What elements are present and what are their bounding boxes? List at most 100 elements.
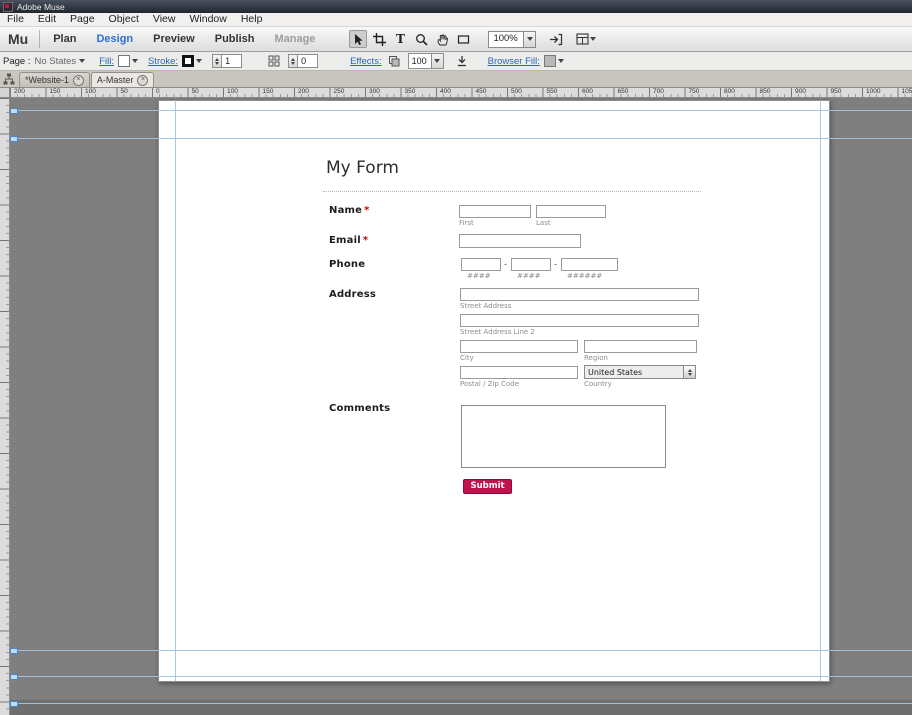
ruler-number: 850: [759, 88, 771, 95]
tab-label: A-Master: [96, 75, 134, 85]
close-icon[interactable]: ×: [72, 74, 84, 86]
phone-area-field[interactable]: [461, 258, 501, 271]
stroke-swatch[interactable]: [182, 55, 195, 67]
street-address-hint: Street Address: [460, 302, 512, 310]
phone-hint-1: ####: [467, 272, 491, 280]
left-margin-guide[interactable]: [175, 100, 176, 681]
layout-options-button[interactable]: [576, 30, 597, 48]
document-tab-bar: *Website-1 × A-Master ×: [0, 71, 912, 88]
stroke-width-stepper[interactable]: 1: [212, 54, 243, 68]
app-icon: [3, 1, 13, 12]
postal-code-field[interactable]: [460, 366, 578, 379]
anchor-button[interactable]: [454, 54, 470, 69]
horizontal-ruler: 200 150 100 50 0 50 100 150 200 250 300 350 400 450 50…: [10, 88, 912, 98]
email-field[interactable]: [459, 234, 581, 248]
browser-fill-link[interactable]: Browser Fill:: [488, 56, 540, 67]
zoom-control[interactable]: 100%: [488, 30, 537, 48]
stepper-arrows-icon[interactable]: [212, 54, 222, 68]
mode-nav-item[interactable]: Plan: [43, 27, 86, 51]
zoom-value: 100%: [493, 32, 518, 44]
phone-separator: -: [554, 259, 557, 269]
menu-item[interactable]: View: [146, 13, 183, 26]
phone-prefix-field[interactable]: [511, 258, 551, 271]
browser-fill-swatch[interactable]: [543, 55, 556, 67]
stroke-link[interactable]: Stroke:: [148, 56, 178, 67]
required-asterisk: *: [362, 235, 369, 246]
street-address-field[interactable]: [460, 288, 699, 301]
corner-options-button[interactable]: [266, 54, 282, 69]
rectangle-icon: [457, 33, 470, 46]
selection-tool-button[interactable]: [349, 30, 368, 48]
country-select[interactable]: United States: [584, 365, 696, 379]
fill-swatch[interactable]: [117, 55, 130, 67]
menu-item[interactable]: Window: [182, 13, 233, 26]
effects-link[interactable]: Effects:: [350, 56, 382, 67]
corner-radius-stepper[interactable]: 0: [288, 54, 319, 68]
stroke-color-control[interactable]: [182, 55, 203, 67]
mode-nav-item[interactable]: Design: [86, 27, 143, 51]
menu-item[interactable]: Edit: [31, 13, 63, 26]
region-field[interactable]: [584, 340, 697, 353]
footer-guide[interactable]: [10, 650, 912, 651]
close-icon[interactable]: ×: [137, 74, 149, 86]
menu-item[interactable]: Object: [102, 13, 146, 26]
menu-item[interactable]: Page: [63, 13, 102, 26]
mode-nav-item[interactable]: Publish: [205, 27, 265, 51]
ruler-number: 300: [369, 88, 380, 95]
country-value: United States: [588, 367, 643, 377]
mode-nav-item[interactable]: Preview: [143, 27, 205, 51]
guide-handle[interactable]: [10, 108, 18, 114]
ruler-number: 750: [688, 88, 700, 95]
effects-options-button[interactable]: [386, 54, 402, 69]
first-name-field[interactable]: [459, 205, 531, 218]
guide-handle[interactable]: [10, 674, 18, 680]
ruler-number: 200: [298, 88, 309, 95]
fill-link[interactable]: Fill:: [99, 56, 114, 67]
email-label: Email *: [329, 235, 369, 246]
fill-color-control[interactable]: [117, 55, 138, 67]
page-state-dropdown[interactable]: No States: [34, 56, 86, 67]
chevron-down-icon: [557, 59, 564, 63]
comments-textarea[interactable]: [461, 405, 666, 468]
rectangle-tool-button[interactable]: [454, 30, 472, 48]
ruler-number: 100: [227, 88, 238, 95]
address-label: Address: [329, 289, 377, 300]
document-tab[interactable]: *Website-1 ×: [19, 72, 90, 87]
country-hint: Country: [584, 380, 612, 388]
street-address2-hint: Street Address Line 2: [460, 328, 535, 336]
bottom-of-browser-guide[interactable]: [10, 703, 912, 704]
text-tool-button[interactable]: T: [391, 30, 409, 48]
zoom-dropdown-button[interactable]: [523, 31, 536, 47]
guide-handle[interactable]: [10, 136, 18, 142]
browser-fill-control[interactable]: [543, 55, 564, 67]
guide-handle[interactable]: [10, 648, 18, 654]
top-of-page-guide[interactable]: [10, 110, 912, 111]
page-canvas[interactable]: My Form Name * First Last Email * Phone - …: [158, 100, 830, 682]
ruler-number: 950: [830, 88, 842, 95]
phone-separator: -: [504, 259, 507, 269]
import-button[interactable]: [546, 30, 566, 48]
header-guide[interactable]: [10, 138, 912, 139]
zoom-tool-button[interactable]: [412, 30, 430, 48]
opacity-dropdown-button[interactable]: [430, 54, 443, 68]
mode-nav-item[interactable]: Manage: [264, 27, 325, 51]
bottom-of-page-guide[interactable]: [10, 676, 912, 677]
city-field[interactable]: [460, 340, 578, 353]
design-canvas[interactable]: My Form Name * First Last Email * Phone - …: [10, 98, 912, 715]
stepper-arrows-icon[interactable]: [288, 54, 298, 68]
select-stepper-icon[interactable]: [683, 366, 695, 378]
hand-tool-button[interactable]: [433, 30, 451, 48]
street-address2-field[interactable]: [460, 314, 699, 327]
right-margin-guide[interactable]: [820, 100, 821, 681]
opacity-control[interactable]: 100: [407, 53, 444, 69]
menu-item[interactable]: Help: [234, 13, 270, 26]
phone-line-field[interactable]: [561, 258, 618, 271]
menu-item[interactable]: File: [0, 13, 31, 26]
submit-button[interactable]: Submit: [463, 479, 512, 494]
document-tab[interactable]: A-Master ×: [90, 72, 155, 87]
ruler-number: 1000: [866, 88, 881, 95]
magnifier-icon: [415, 33, 428, 46]
guide-handle[interactable]: [10, 701, 18, 707]
last-name-field[interactable]: [536, 205, 606, 218]
crop-tool-button[interactable]: [370, 30, 388, 48]
